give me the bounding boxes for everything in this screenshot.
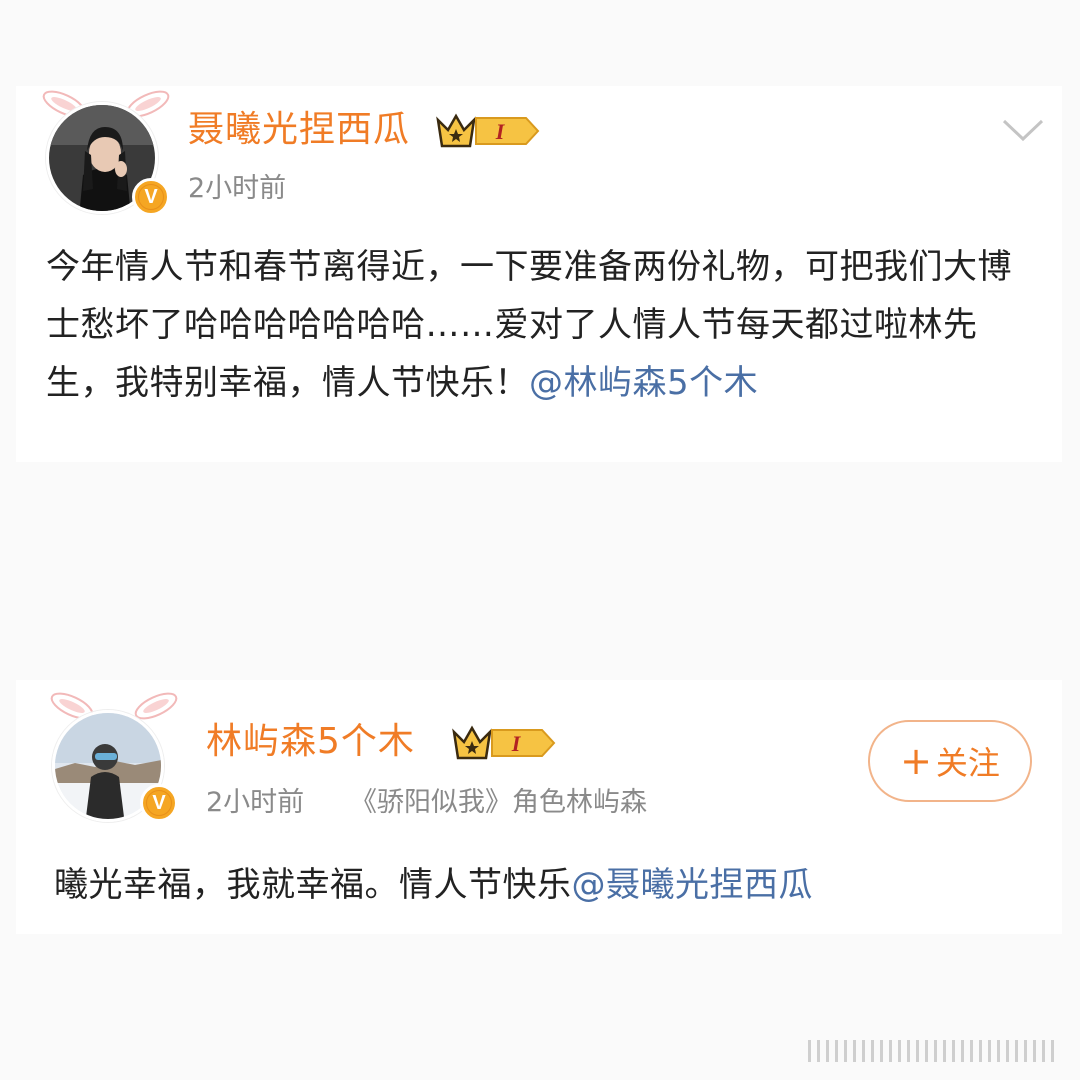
watermark <box>808 1038 1068 1064</box>
username[interactable]: 林屿森5个木 <box>206 720 415 764</box>
timestamp: 2小时前 <box>206 787 305 818</box>
chevron-down-icon[interactable] <box>1002 118 1044 142</box>
mention-link[interactable]: @聂曦光捏西瓜 <box>572 865 814 905</box>
follow-button[interactable]: + 关注 <box>868 720 1032 802</box>
post-body: 曦光幸福，我就幸福。情人节快乐@聂曦光捏西瓜 <box>54 856 1044 914</box>
plus-icon: + <box>900 739 932 783</box>
mention-link[interactable]: @林屿森5个木 <box>529 363 758 403</box>
vip-crown-badge-icon[interactable]: I <box>436 112 540 150</box>
post-card[interactable]: V 聂曦光捏西瓜 I 2小时前 今年情人节和春节离得近，一下要准备两份礼物，可把… <box>16 86 1062 462</box>
post-card[interactable]: V 林屿森5个木 I 2小时前 《骄阳似我》角色林屿森 + 关注 曦光幸福，我就幸… <box>16 680 1062 934</box>
post-body: 今年情人节和春节离得近，一下要准备两份礼物，可把我们大博士愁坏了哈哈哈哈哈哈哈…… <box>46 238 1036 412</box>
timestamp: 2小时前 <box>188 173 287 204</box>
vip-crown-badge-icon[interactable]: I <box>452 724 556 762</box>
vip-level: I <box>495 119 506 144</box>
follow-label: 关注 <box>935 744 1000 782</box>
verified-v-icon: V <box>132 178 170 216</box>
source-label[interactable]: 《骄阳似我》角色林屿森 <box>350 786 647 820</box>
username[interactable]: 聂曦光捏西瓜 <box>188 108 410 152</box>
avatar-container[interactable]: V <box>44 690 194 850</box>
post-text: 曦光幸福，我就幸福。情人节快乐 <box>54 865 572 905</box>
verified-v-icon: V <box>140 784 178 822</box>
vip-level: I <box>511 731 522 756</box>
